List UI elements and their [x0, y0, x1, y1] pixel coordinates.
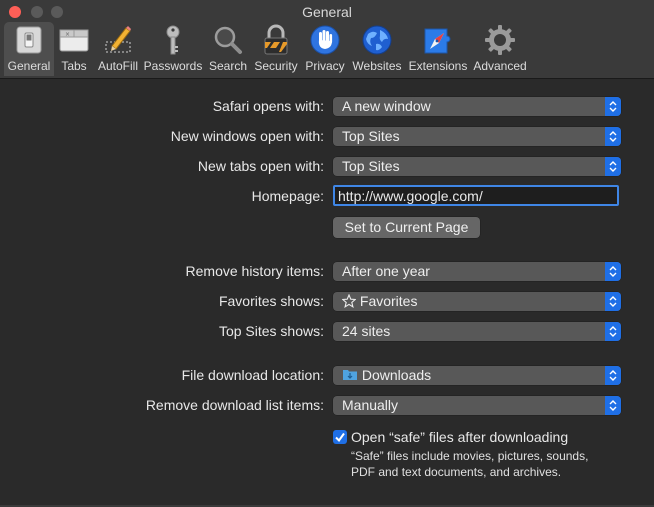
top-sites-shows-label: Top Sites shows: — [218, 323, 324, 339]
new-tabs-open-with-popup[interactable]: Top Sites — [333, 157, 621, 176]
favorites-shows-label: Favorites shows: — [218, 293, 324, 309]
remove-history-items-label: Remove history items: — [185, 263, 324, 279]
toolbar-tab-extensions[interactable]: Extensions — [407, 22, 469, 76]
new-tabs-open-with-value: Top Sites — [342, 158, 400, 174]
chevron-updown-icon — [605, 127, 621, 146]
toolbar-tab-privacy[interactable]: Privacy — [303, 22, 347, 76]
chevron-updown-icon — [605, 292, 621, 311]
compass-puzzle-icon — [424, 28, 451, 54]
chevron-updown-icon — [605, 366, 621, 385]
favorites-shows-value: Favorites — [359, 293, 418, 309]
remove-history-items-popup[interactable]: After one year — [333, 262, 621, 281]
toolbar-tab-websites[interactable]: Websites — [350, 22, 404, 76]
set-to-current-page-button[interactable]: Set to Current Page — [333, 217, 480, 238]
toolbar-tab-passwords[interactable]: Passwords — [143, 22, 203, 76]
preferences-window: General General × Tabs AutoFill Password… — [0, 0, 654, 507]
homepage-input[interactable] — [333, 185, 619, 206]
remove-history-items-value: After one year — [342, 263, 430, 279]
new-windows-open-with-label: New windows open with: — [170, 128, 324, 144]
open-safe-files-checkbox[interactable] — [333, 430, 347, 444]
favorites-shows-popup[interactable]: Favorites — [333, 292, 621, 311]
tabs-icon: × — [59, 29, 89, 52]
toolbar-label-autofill: AutoFill — [97, 59, 138, 73]
toolbar-tab-general[interactable]: General — [4, 22, 54, 76]
toolbar-tab-search[interactable]: Search — [206, 22, 250, 76]
safe-files-description: “Safe” files include movies, pictures, s… — [351, 449, 589, 479]
toolbar-label-extensions: Extensions — [408, 59, 468, 73]
chevron-updown-icon — [605, 396, 621, 415]
toolbar-label-passwords: Passwords — [143, 59, 203, 73]
toolbar-label-general: General — [7, 59, 51, 73]
magnifier-icon — [214, 26, 242, 54]
chevron-updown-icon — [605, 262, 621, 281]
gear-icon — [485, 25, 515, 55]
checkmark-icon — [335, 432, 345, 443]
svg-text:×: × — [65, 31, 70, 38]
toolbar-label-advanced: Advanced — [473, 59, 527, 73]
toolbar-tab-autofill[interactable]: AutoFill — [95, 22, 141, 76]
safari-opens-with-popup[interactable]: A new window — [333, 97, 621, 116]
top-sites-shows-popup[interactable]: 24 sites — [333, 322, 621, 341]
file-download-location-popup[interactable]: Downloads — [333, 366, 621, 385]
downloads-folder-icon — [343, 370, 357, 380]
toolbar-tab-tabs[interactable]: × Tabs — [56, 22, 92, 76]
general-switch-icon — [16, 26, 42, 54]
star-outline-icon — [341, 293, 357, 308]
remove-download-list-items-value: Manually — [342, 397, 399, 413]
toolbar-tab-security[interactable]: Security — [252, 22, 300, 76]
remove-download-list-items-label: Remove download list items: — [145, 397, 324, 413]
new-windows-open-with-value: Top Sites — [342, 128, 400, 144]
new-windows-open-with-popup[interactable]: Top Sites — [333, 127, 621, 146]
padlock-icon — [264, 24, 288, 55]
chevron-updown-icon — [605, 322, 621, 341]
safari-opens-with-value: A new window — [342, 98, 431, 114]
toolbar-label-search: Search — [208, 59, 248, 73]
globe-icon — [362, 25, 392, 55]
toolbar-tab-advanced[interactable]: Advanced — [472, 22, 528, 76]
title-bar: General General × Tabs AutoFill Password… — [0, 0, 654, 79]
safari-opens-with-label: Safari opens with: — [212, 98, 324, 114]
homepage-label: Homepage: — [251, 188, 324, 204]
autofill-pencil-icon — [105, 26, 131, 53]
new-tabs-open-with-label: New tabs open with: — [197, 158, 324, 174]
chevron-updown-icon — [605, 157, 621, 176]
file-download-location-label: File download location: — [181, 367, 324, 383]
top-sites-shows-value: 24 sites — [342, 323, 391, 339]
toolbar-label-privacy: Privacy — [305, 59, 345, 73]
open-safe-files-label[interactable]: Open “safe” files after downloading — [351, 429, 568, 445]
toolbar-label-security: Security — [254, 59, 298, 73]
remove-download-list-items-popup[interactable]: Manually — [333, 396, 621, 415]
toolbar-label-websites: Websites — [352, 59, 402, 73]
toolbar-label-tabs: Tabs — [61, 59, 87, 73]
key-icon — [166, 25, 180, 55]
file-download-location-value: Downloads — [361, 367, 432, 383]
chevron-updown-icon — [605, 97, 621, 116]
hand-icon — [310, 25, 340, 55]
window-title: General — [302, 4, 352, 20]
